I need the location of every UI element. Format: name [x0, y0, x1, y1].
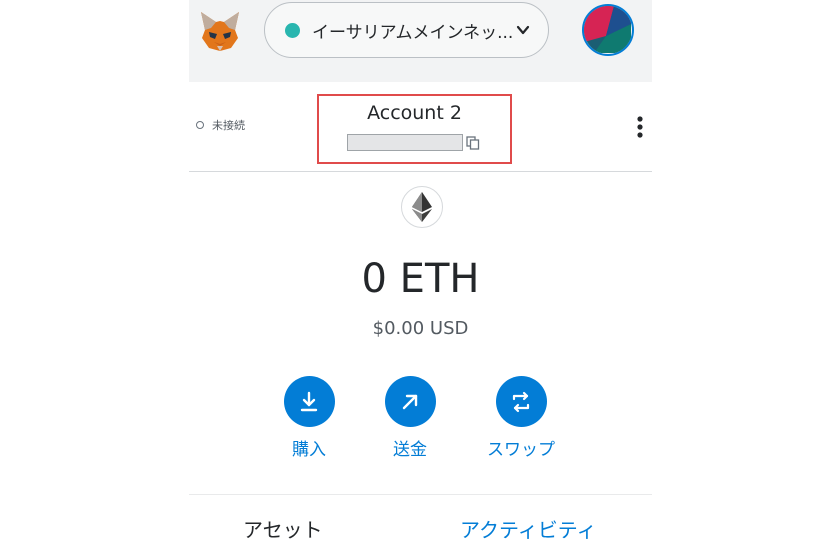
- account-identicon[interactable]: [582, 4, 634, 56]
- ethereum-diamond: [412, 192, 432, 222]
- send-arrow-icon: [384, 376, 436, 427]
- swap-button[interactable]: スワップ: [481, 376, 561, 460]
- copy-address-button[interactable]: [347, 134, 480, 151]
- copy-icon: [466, 135, 480, 150]
- buy-button[interactable]: 購入: [269, 376, 349, 460]
- send-label: 送金: [393, 440, 427, 460]
- connection-status-label: 未接続: [212, 119, 245, 132]
- network-status-dot: [285, 22, 300, 38]
- identicon-graphic: [584, 6, 631, 53]
- send-button[interactable]: 送金: [370, 376, 450, 460]
- network-selector[interactable]: イーサリアムメインネッ...: [264, 2, 549, 58]
- account-name: Account 2: [367, 102, 462, 124]
- account-highlight-box: Account 2: [317, 94, 512, 164]
- network-label: イーサリアムメインネッ...: [312, 22, 514, 43]
- app-header: イーサリアムメインネッ...: [189, 0, 652, 82]
- swap-arrows-icon: [495, 376, 547, 427]
- eth-balance: 0 ETH: [361, 256, 480, 302]
- chevron-down-icon: [516, 25, 530, 35]
- buy-label: 購入: [292, 440, 326, 460]
- kebab-menu-icon[interactable]: [636, 115, 644, 139]
- download-arrow-icon: [283, 376, 335, 427]
- metamask-fox-icon[interactable]: [197, 8, 243, 54]
- tabs-divider: [189, 494, 652, 495]
- redacted-address: [347, 134, 463, 151]
- tab-activity[interactable]: アクティビティ: [460, 514, 597, 543]
- connection-status[interactable]: 未接続: [196, 117, 245, 133]
- swap-label: スワップ: [487, 440, 555, 460]
- wallet-popup: イーサリアムメインネッ... 未接続 Account 2 0 ETH $0.00…: [189, 0, 652, 560]
- account-header: 未接続 Account 2: [189, 82, 652, 172]
- tab-assets[interactable]: アセット: [243, 514, 323, 543]
- fiat-balance: $0.00 USD: [372, 318, 469, 339]
- ethereum-icon: [401, 186, 443, 228]
- connection-status-dot: [196, 121, 204, 129]
